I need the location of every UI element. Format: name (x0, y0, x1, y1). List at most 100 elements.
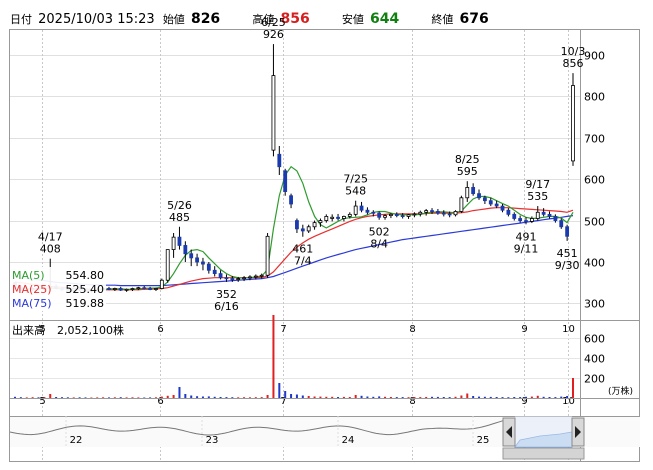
volume-bar (548, 397, 551, 398)
candle-down (195, 257, 199, 263)
volume-bar (66, 397, 69, 398)
volume-bar (278, 383, 281, 398)
candle-up (130, 288, 135, 290)
volume-bar (337, 397, 340, 398)
volume-tick-label: 600 (584, 333, 605, 346)
volume-bar (460, 395, 463, 398)
navigator-tick-label: 24 (342, 435, 355, 446)
candle-down (500, 205, 505, 211)
candle-up (165, 249, 170, 281)
candle-down (559, 220, 564, 228)
volume-bar (442, 397, 445, 398)
candle-up (236, 278, 241, 280)
candle-down (553, 216, 558, 221)
volume-bar (213, 396, 216, 398)
candle-down (436, 211, 440, 214)
volume-bar (243, 397, 246, 398)
volume-bar (219, 397, 222, 398)
volume-bar (19, 397, 22, 398)
candle-down (336, 216, 340, 219)
candle-up (253, 275, 258, 278)
navigator-scrollbar[interactable] (502, 447, 585, 460)
candle-down (300, 228, 305, 232)
candle-down (295, 220, 299, 230)
annotation-value: 408 (40, 243, 61, 256)
candle-up (465, 187, 470, 199)
y-tick-label: 300 (584, 298, 605, 311)
y-tick-label: 700 (584, 133, 605, 146)
y-tick-label: 500 (584, 216, 605, 229)
legend-ma5-value: 554.80 (66, 269, 105, 282)
x-tick-label: 6 (157, 324, 163, 335)
candle-up (265, 235, 270, 276)
candle-up (171, 236, 176, 250)
candle-up (406, 214, 411, 217)
candle-up (383, 215, 387, 218)
y-tick-label: 900 (584, 50, 605, 63)
volume-bar (389, 397, 392, 398)
candle-down (118, 288, 123, 291)
candle-down (541, 211, 546, 215)
y-tick-label: 800 (584, 91, 605, 104)
candle-down (201, 261, 205, 265)
volume-bar (160, 396, 163, 398)
volume-bar (90, 397, 93, 398)
volume-bar (572, 378, 574, 398)
candle-up (259, 274, 264, 277)
candle-up (535, 211, 540, 219)
candle-down (477, 193, 481, 199)
annotation-date: 7/4 (294, 255, 312, 268)
volume-bar (113, 397, 116, 398)
volume-label: 出来高 (12, 323, 45, 337)
navigator-tick-label: 23 (206, 435, 219, 446)
volume-bar (301, 395, 304, 398)
volume-bar (266, 395, 269, 398)
candle-up (248, 276, 252, 279)
volume-bar (207, 396, 210, 398)
range-navigator[interactable]: 22 23 24 25 (9, 416, 640, 448)
annotation-value: 926 (263, 28, 284, 41)
volume-bar (554, 397, 557, 398)
volume-bar (331, 396, 334, 398)
legend-ma5-label: MA(5) (12, 269, 45, 282)
y-tick-label: 600 (584, 174, 605, 187)
volume-bar (431, 396, 434, 398)
volume-bar (284, 391, 287, 398)
candle-down (142, 287, 147, 290)
candle-up (242, 277, 246, 280)
candle-up (112, 288, 117, 290)
candle-down (183, 245, 188, 255)
candle-down (107, 288, 111, 290)
volume-bar (254, 397, 257, 398)
volume-value: 2,052,100株 (57, 323, 124, 337)
scroll-left-button[interactable] (502, 417, 516, 447)
candle-up (330, 216, 335, 219)
candle-down (206, 263, 211, 271)
candle-up (124, 288, 129, 291)
candle-down (494, 203, 499, 207)
scroll-right-button[interactable] (571, 417, 585, 447)
volume-bar (31, 397, 34, 398)
volume-bar (43, 397, 46, 398)
volume-bar (295, 394, 298, 398)
volume-bar (190, 395, 193, 398)
candle-down (289, 195, 293, 205)
annotation-value: 485 (169, 211, 190, 224)
volume-bar (395, 397, 398, 398)
volume-bar (102, 397, 105, 398)
volume-bar (366, 396, 369, 398)
volume-bar (131, 397, 134, 398)
volume-bar (248, 397, 251, 398)
candle-up (412, 213, 417, 216)
volume-bar (495, 397, 498, 398)
volume-unit: (万株) (608, 385, 633, 397)
legend-ma75-label: MA(75) (12, 297, 52, 310)
volume-bar (325, 396, 328, 398)
volume-bar (25, 397, 28, 398)
volume-bar (501, 397, 504, 398)
volume-bar (60, 397, 63, 398)
candle-up (453, 211, 458, 216)
legend-ma25-value: 525.40 (66, 283, 105, 296)
volume-bar (237, 397, 240, 398)
volume-bar (178, 387, 181, 398)
